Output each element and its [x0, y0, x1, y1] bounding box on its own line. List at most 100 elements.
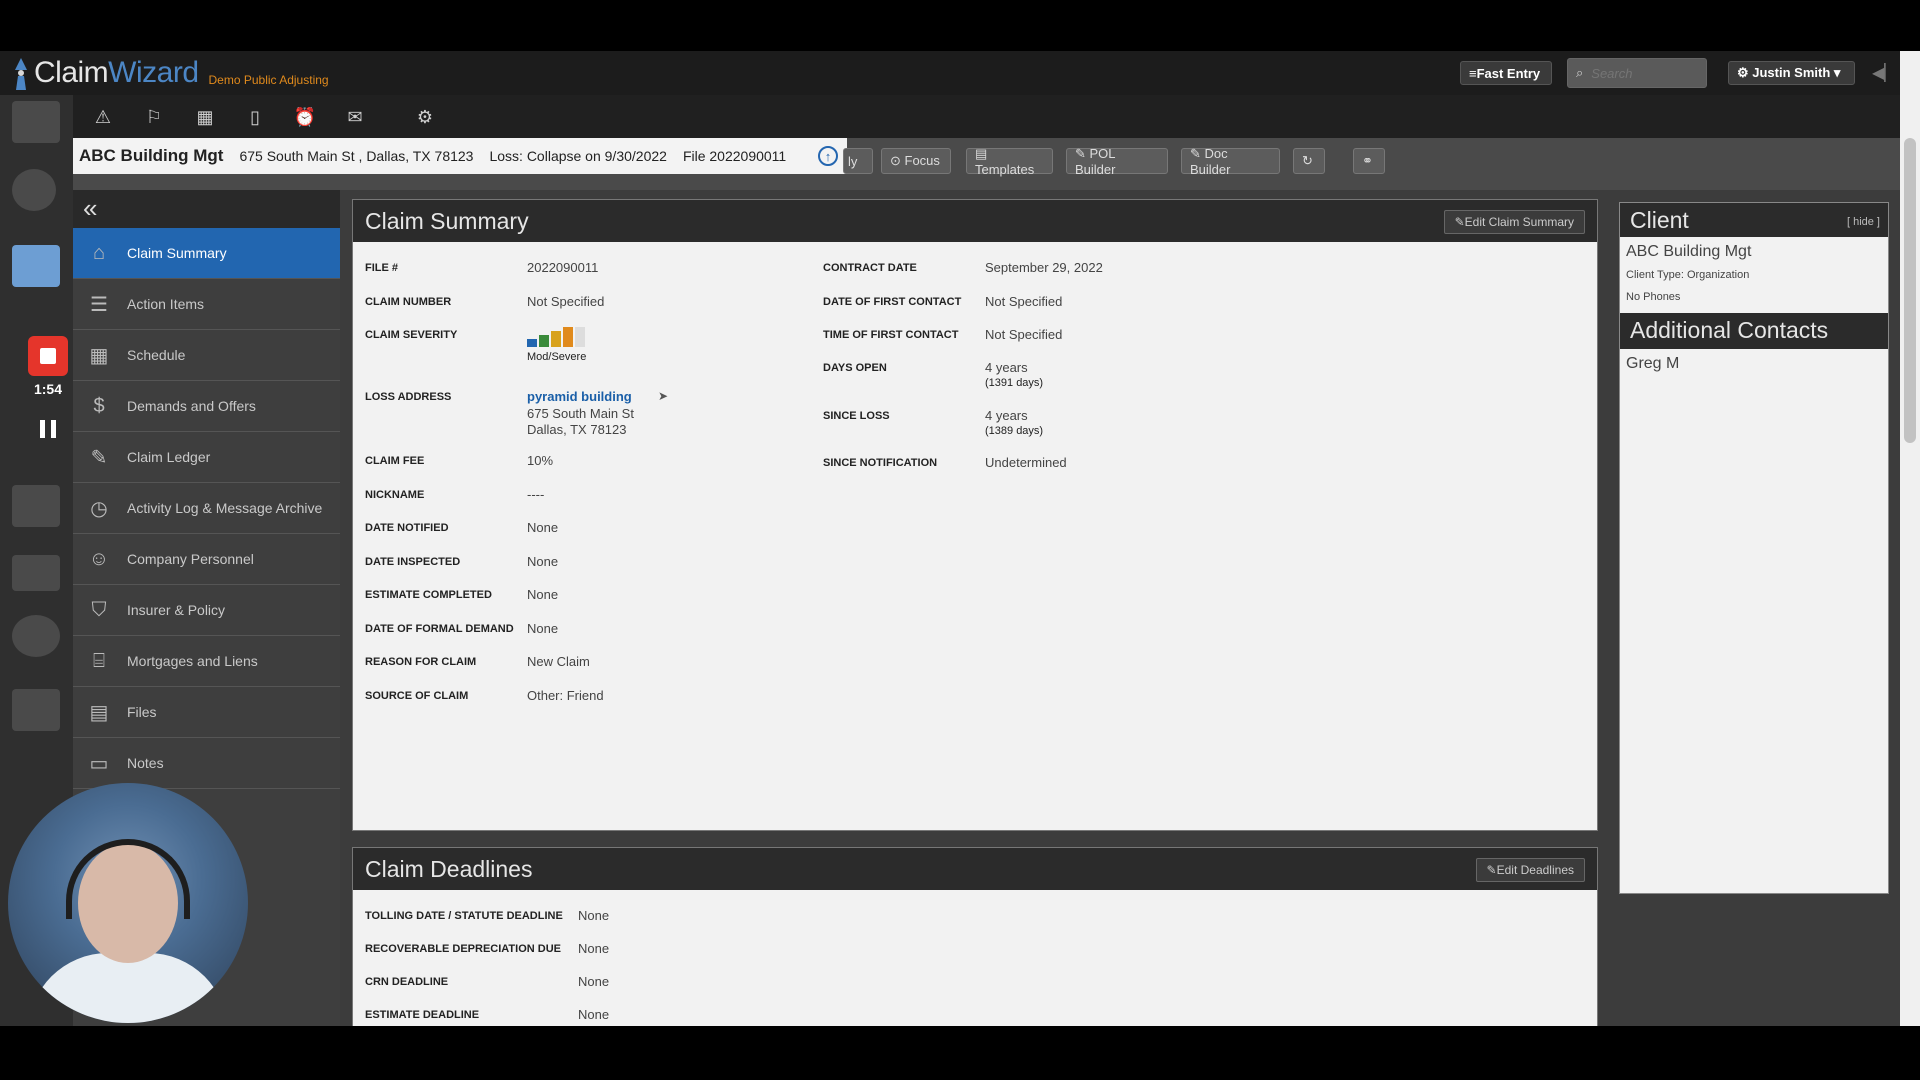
edit-claim-summary-label: Edit Claim Summary [1464, 215, 1574, 229]
collapse-panel-icon[interactable]: ◀▏ [1872, 63, 1897, 83]
pencil-icon: ✎ [1486, 863, 1497, 877]
loss-address-line1: 675 South Main St [527, 406, 634, 421]
severity-meter [527, 327, 587, 347]
alarm-icon[interactable]: ⏰ [293, 105, 317, 129]
sidebar-item[interactable]: ⌂ Claim Summary [73, 228, 340, 279]
fast-entry-button[interactable]: ≡Fast Entry [1460, 61, 1552, 85]
deadline-value: None [578, 941, 610, 956]
bank-icon: ⌸ [93, 649, 105, 672]
reports-icon[interactable] [12, 555, 60, 591]
additional-contacts-title: Additional Contacts [1630, 317, 1829, 343]
deadline-label: CRN DEADLINE [365, 976, 449, 988]
loss-address-link[interactable]: pyramid building [527, 389, 632, 404]
top-bar: Claim Wizard Demo Public Adjusting ≡Fast… [0, 51, 1900, 95]
field-value: Not Specified [985, 327, 1063, 342]
contacts-icon[interactable] [12, 169, 56, 211]
sidebar-item-label: Files [127, 704, 157, 720]
brand-name-part1: Claim [34, 56, 109, 89]
sidebar-item[interactable]: ☰ Action Items [73, 279, 340, 330]
icon-toolbar: ⚠ ⚐ ▦ ▯ ⏰ ✉ ⚙ [73, 95, 1900, 138]
field-label: CLAIM SEVERITY [365, 329, 458, 341]
focus-button[interactable]: ⊙ Focus [881, 148, 951, 174]
sidebar-item[interactable]: ⛉ Insurer & Policy [73, 585, 340, 636]
field-label: SINCE NOTIFICATION [823, 457, 938, 469]
client-name[interactable]: ABC Building Mgt [1626, 243, 1882, 261]
settings-icon[interactable]: ⚙ [413, 105, 437, 129]
toolbar-partial-button[interactable]: ly [843, 148, 873, 174]
severity-bar [551, 331, 561, 347]
field-value: None [527, 621, 559, 636]
hide-client-link[interactable]: [ hide ] [1847, 205, 1880, 239]
client-details: ABC Building Mgt Client Type: Organizati… [1620, 237, 1888, 309]
claims-folder-icon[interactable] [12, 245, 60, 287]
home-icon[interactable] [12, 101, 60, 143]
field-value: New Claim [527, 654, 590, 669]
field-label: DAYS OPEN [823, 362, 887, 374]
severity-bar [527, 339, 537, 347]
sidebar-item[interactable]: ⌸ Mortgages and Liens [73, 636, 340, 687]
collapse-sidebar-icon[interactable]: « [73, 190, 340, 228]
clock-icon: ◷ [90, 497, 108, 520]
sidebar-item[interactable]: $ Demands and Offers [73, 381, 340, 432]
severity-bar [539, 335, 549, 347]
arrow-up-icon[interactable]: ↑ [818, 146, 838, 166]
deadline-value: None [578, 974, 610, 989]
edit-deadlines-button[interactable]: ✎Edit Deadlines [1475, 858, 1585, 882]
search-input[interactable] [1589, 64, 1694, 82]
flag-icon[interactable]: ⚐ [142, 105, 166, 129]
sidebar-item-label: Mortgages and Liens [127, 653, 258, 669]
link-icon[interactable]: ⚭ [1353, 148, 1385, 174]
field-value: 2022090011 [527, 260, 599, 275]
house-icon: ⌂ [92, 241, 106, 264]
ledger-icon: ✎ [90, 446, 108, 469]
search-box[interactable]: ⌕ [1567, 58, 1707, 88]
claim-loss: Loss: Collapse on 9/30/2022 [489, 148, 667, 164]
claim-info: ABC Building Mgt 675 South Main St , Dal… [73, 138, 847, 174]
sidebar-item-label: Claim Ledger [127, 449, 211, 465]
sidebar-item[interactable]: ▦ Schedule [73, 330, 340, 381]
checklist-icon: ☰ [90, 293, 108, 316]
edit-claim-summary-button[interactable]: ✎Edit Claim Summary [1443, 210, 1585, 234]
claim-file: File 2022090011 [682, 148, 787, 164]
stop-recording-button[interactable] [28, 336, 68, 376]
deadline-label: TOLLING DATE / STATUTE DEADLINE [365, 910, 563, 922]
webcam-headphones [66, 839, 190, 919]
sidebar-item-label: Claim Summary [127, 245, 227, 261]
field-value: None [527, 587, 559, 602]
field-label: DATE NOTIFIED [365, 522, 449, 534]
templates-button[interactable]: ▤ Templates [966, 146, 1053, 177]
calendar-rail-icon[interactable] [12, 485, 60, 527]
field-label: TIME OF FIRST CONTACT [823, 329, 959, 341]
field-label: SOURCE OF CLAIM [365, 690, 469, 702]
sidebar-item[interactable]: ☺ Company Personnel [73, 534, 340, 585]
deadline-value: None [578, 1007, 610, 1022]
sidebar-item[interactable]: ✎ Claim Ledger [73, 432, 340, 483]
refresh-icon[interactable]: ↻ [1293, 148, 1325, 174]
logo[interactable]: Claim Wizard Demo Public Adjusting [12, 53, 329, 93]
contact-item[interactable]: Greg M [1620, 349, 1888, 379]
doc-builder-button[interactable]: ✎ Doc Builder [1181, 146, 1280, 177]
client-title: Client [1630, 207, 1689, 233]
field-value: 4 years [985, 408, 1028, 423]
webcam-shirt [28, 953, 228, 1023]
user-menu-button[interactable]: ⚙ Justin Smith ▾ [1728, 61, 1855, 85]
scrollbar-thumb[interactable] [1904, 138, 1916, 443]
pol-builder-button[interactable]: ✎ POL Builder [1066, 146, 1168, 177]
sidebar-item[interactable]: ▭ Notes [73, 738, 340, 789]
page-scrollbar[interactable] [1900, 51, 1920, 1026]
field-label: CONTRACT DATE [823, 262, 917, 274]
calendar-icon[interactable]: ▦ [193, 105, 217, 129]
field-label: REASON FOR CLAIM [365, 656, 477, 668]
mail-icon[interactable]: ✉ [343, 105, 367, 129]
field-label: FILE # [365, 262, 399, 274]
library-icon[interactable] [12, 689, 60, 731]
files-icon: ▤ [89, 701, 109, 724]
navigate-icon[interactable]: ➤ [658, 389, 668, 403]
sidebar-item[interactable]: ▤ Files [73, 687, 340, 738]
pause-icon[interactable] [40, 420, 56, 438]
field-value: Undetermined [985, 455, 1067, 470]
warning-icon[interactable]: ⚠ [91, 105, 115, 129]
document-icon[interactable]: ▯ [243, 105, 267, 129]
sidebar-item[interactable]: ◷ Activity Log & Message Archive [73, 483, 340, 534]
globe-icon[interactable] [12, 615, 60, 657]
